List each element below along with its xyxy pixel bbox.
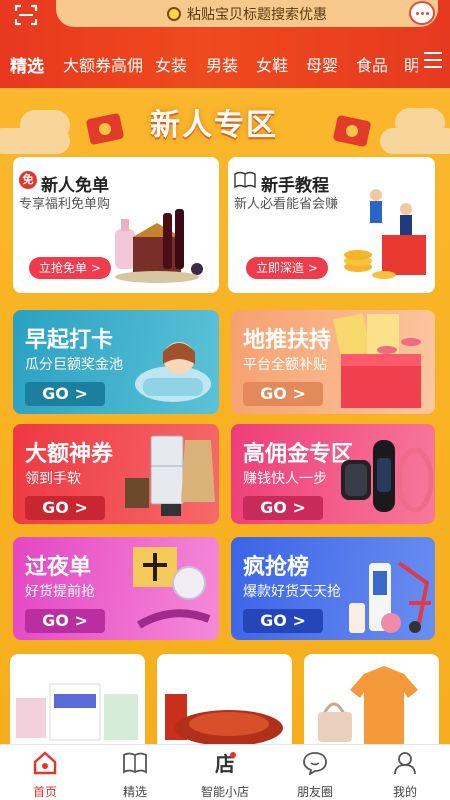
top-header: 粘贴宝贝标题搜索优惠 精选 大额券高佣 女装 男装 女鞋 母婴 食品 眀 (0, 0, 450, 88)
red-envelope-icon (85, 112, 125, 146)
tab-more-partial[interactable]: 眀 (404, 52, 418, 76)
tab-baby[interactable]: 母婴 (306, 52, 338, 76)
learn-now-button[interactable]: 立即深造 > (246, 257, 328, 279)
nav-mine[interactable]: 我的 (370, 751, 440, 800)
go-button[interactable]: GO > (25, 382, 105, 406)
nav-label: 精选 (122, 785, 147, 799)
chat-icon (303, 752, 327, 776)
jewelry-image (133, 547, 211, 629)
product-image (165, 694, 283, 744)
card-newcomer-free[interactable]: 免 新人免单 专享福利免单购 立抢免单 > (13, 157, 219, 293)
promo-subtitle: 领到手软 (25, 471, 81, 487)
promo-subtitle: 赚钱快人一步 (243, 471, 327, 487)
tab-womens-shoes[interactable]: 女鞋 (256, 52, 288, 76)
cloud-decoration (395, 108, 445, 138)
baby-products-image (349, 561, 431, 633)
promo-title: 地推扶持 (243, 328, 332, 353)
promo-hot-ranking[interactable]: 疯抢榜 爆款好货天天抢 GO > (231, 537, 435, 640)
nav-label: 首页 (32, 785, 57, 799)
gift-basket-image (115, 209, 203, 283)
go-button[interactable]: GO > (243, 382, 323, 406)
store-icon: 店 (215, 752, 236, 776)
red-envelope-icon (332, 114, 372, 148)
category-tabs: 精选 大额券高佣 女装 男装 女鞋 母婴 食品 眀 (0, 44, 450, 80)
user-icon (394, 752, 416, 775)
nav-label: 智能小店 (200, 785, 249, 799)
promo-early-checkin[interactable]: 早起打卡 瓜分巨额奖金池 GO > (13, 310, 219, 414)
card-subtitle: 专享福利免单购 (19, 197, 111, 212)
promo-title: 大额神券 (25, 442, 114, 467)
bottom-nav: 首页 精选 店 智能小店 朋友圈 我的 (0, 744, 450, 800)
newcomer-banner: 新人专区 (0, 88, 450, 154)
go-button[interactable]: GO > (25, 609, 105, 633)
free-badge-icon: 免 (19, 171, 37, 189)
nav-smart-store[interactable]: 店 智能小店 (190, 751, 260, 800)
product-card-fashion[interactable] (304, 654, 439, 744)
promo-subtitle: 瓜分巨额奖金池 (25, 357, 123, 373)
go-button[interactable]: GO > (243, 496, 323, 520)
nav-moments[interactable]: 朋友圈 (280, 751, 350, 800)
search-bar[interactable]: 粘贴宝贝标题搜索优惠 (56, 0, 438, 27)
nav-home[interactable]: 首页 (10, 751, 80, 800)
promo-subtitle: 好货提前抢 (25, 584, 95, 600)
go-button[interactable]: GO > (243, 609, 323, 633)
book-icon (234, 171, 256, 189)
product-image (16, 683, 138, 741)
main-content: 新人专区 免 新人免单 专享福利免单购 立抢免单 > 新手教程 新人必看能省会赚… (0, 88, 450, 744)
cloud-decoration (20, 110, 70, 140)
tab-jingxuan[interactable]: 精选 (10, 52, 44, 77)
home-icon (33, 751, 57, 775)
promo-subtitle: 平台全额补贴 (243, 357, 327, 373)
grab-free-button[interactable]: 立抢免单 > (29, 257, 111, 279)
tab-food[interactable]: 食品 (356, 52, 388, 76)
promo-overnight-order[interactable]: 过夜单 好货提前抢 GO > (13, 537, 219, 640)
coins-people-image (344, 189, 426, 279)
promo-ground-support[interactable]: 地推扶持 平台全额补贴 GO > (231, 310, 435, 414)
search-icon (167, 6, 181, 21)
product-card-baby-care[interactable] (10, 654, 145, 744)
search-placeholder: 粘贴宝贝标题搜索优惠 (187, 6, 327, 23)
message-icon[interactable] (409, 1, 435, 25)
promo-big-coupon[interactable]: 大额神券 领到手软 GO > (13, 424, 219, 524)
menu-icon[interactable] (424, 52, 442, 68)
book-icon (123, 752, 147, 774)
go-button[interactable]: GO > (25, 496, 105, 520)
promo-subtitle: 爆款好货天天抢 (243, 584, 341, 600)
nav-label: 我的 (392, 785, 417, 799)
tab-womens-clothing[interactable]: 女装 (155, 52, 187, 76)
appliances-image (125, 435, 215, 516)
tab-big-coupon[interactable]: 大额券高佣 (63, 52, 143, 76)
banner-title: 新人专区 (150, 108, 278, 143)
product-image (318, 666, 418, 744)
promo-title: 过夜单 (25, 555, 92, 580)
promo-title: 疯抢榜 (243, 555, 310, 580)
card-newcomer-tutorial[interactable]: 新手教程 新人必看能省会赚 立即深造 > (228, 157, 435, 293)
scan-icon[interactable] (14, 4, 38, 26)
nav-label: 朋友圈 (296, 785, 333, 799)
nav-featured[interactable]: 精选 (100, 751, 170, 800)
promo-title: 早起打卡 (25, 328, 114, 353)
gift-box-coins-image (333, 313, 421, 408)
tab-mens-clothing[interactable]: 男装 (206, 52, 238, 76)
card-subtitle: 新人必看能省会赚 (234, 197, 339, 212)
product-card-food[interactable] (157, 654, 292, 744)
sleeping-girl-image (135, 342, 211, 402)
promo-high-commission[interactable]: 高佣金专区 赚钱快人一步 GO > (231, 424, 435, 524)
smartwatches-image (341, 440, 433, 513)
